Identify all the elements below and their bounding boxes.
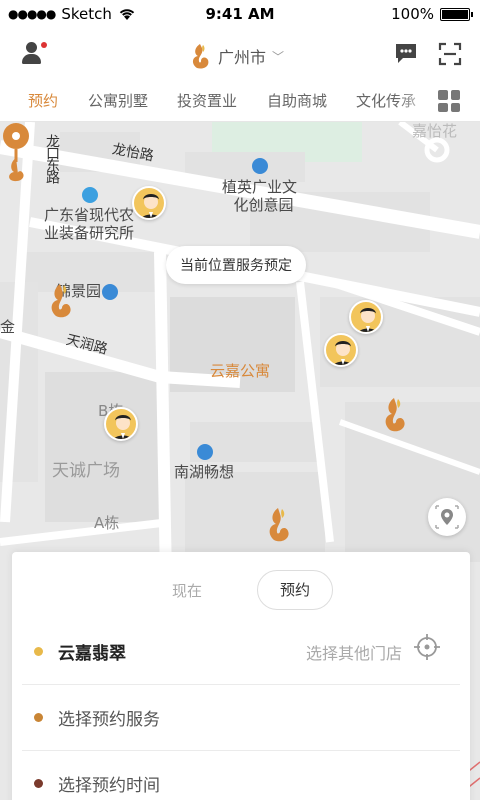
profile-button[interactable] — [20, 40, 47, 66]
booking-panel: 现在 预约 云嘉翡翠 选择其他门店 选择预约服务 选择预约时间 — [12, 552, 470, 800]
crosshair-icon[interactable] — [414, 634, 440, 660]
brand-logo-icon — [192, 44, 209, 69]
place-label: 植英广业文 化创意园 — [222, 178, 298, 214]
message-icon[interactable] — [394, 42, 418, 64]
place-label: 金 — [0, 318, 16, 336]
poi-icon — [102, 284, 118, 300]
mode-booking-button[interactable]: 预约 — [257, 570, 333, 610]
location-tooltip[interactable]: 当前位置服务预定 — [166, 246, 306, 284]
battery-info: 100% — [391, 5, 473, 23]
service-placeholder: 选择预约服务 — [58, 710, 160, 730]
tab-apartments[interactable]: 公寓别墅 — [88, 90, 148, 111]
notification-dot — [41, 42, 47, 48]
service-row[interactable]: 选择预约服务 — [12, 684, 470, 750]
locate-icon — [435, 505, 459, 529]
agent-avatar[interactable] — [132, 186, 166, 220]
tab-investment[interactable]: 投资置业 — [177, 90, 237, 111]
bullet — [34, 647, 43, 656]
category-tabs: 预约 公寓别墅 投资置业 自助商城 文化传承 — [0, 78, 480, 122]
place-label: 广东省现代农 业装备研究所 — [44, 206, 135, 242]
battery-percent: 100% — [391, 5, 434, 23]
user-icon — [26, 42, 37, 53]
time-placeholder: 选择预约时间 — [58, 776, 160, 796]
mode-now-button[interactable]: 现在 — [172, 580, 202, 601]
place-label: A栋 — [94, 514, 120, 532]
locate-button[interactable] — [428, 498, 466, 536]
location-pin-icon[interactable] — [0, 122, 32, 182]
scan-icon[interactable] — [438, 42, 462, 66]
poi-icon — [197, 444, 213, 460]
place-label: 嘉怡花 — [412, 122, 458, 140]
road-label: 龙口东路 — [44, 134, 60, 182]
status-bar: ●●●●● Sketch 9:41 AM 100% — [0, 0, 480, 30]
poi-icon — [252, 158, 268, 174]
place-label: 天诚广场 — [52, 461, 120, 481]
agent-avatar[interactable] — [104, 407, 138, 441]
city-name: 广州市 — [218, 48, 267, 67]
grid-menu-icon[interactable] — [438, 90, 460, 112]
poi-icon — [82, 187, 98, 203]
store-row[interactable]: 云嘉翡翠 选择其他门店 — [12, 618, 470, 684]
pin-label: 云嘉公寓 — [210, 362, 271, 380]
store-marker-icon[interactable] — [46, 282, 76, 320]
switch-store-link[interactable]: 选择其他门店 — [306, 640, 402, 664]
city-selector[interactable]: 广州市 ﹀ — [188, 42, 284, 70]
tab-booking[interactable]: 预约 — [28, 90, 58, 111]
agent-avatar[interactable] — [349, 300, 383, 334]
store-name: 云嘉翡翠 — [58, 644, 126, 664]
chevron-down-icon: ﹀ — [272, 49, 285, 64]
store-marker-icon[interactable] — [380, 396, 410, 434]
place-label: 南湖畅想 — [174, 463, 235, 481]
battery-icon — [440, 7, 473, 21]
time-row[interactable]: 选择预约时间 — [12, 750, 470, 800]
nav-bar: 广州市 ﹀ — [0, 30, 480, 78]
bullet — [34, 779, 43, 788]
agent-avatar[interactable] — [324, 333, 358, 367]
store-marker-icon[interactable] — [264, 506, 294, 544]
tab-mall[interactable]: 自助商城 — [267, 90, 327, 111]
bullet — [34, 713, 43, 722]
